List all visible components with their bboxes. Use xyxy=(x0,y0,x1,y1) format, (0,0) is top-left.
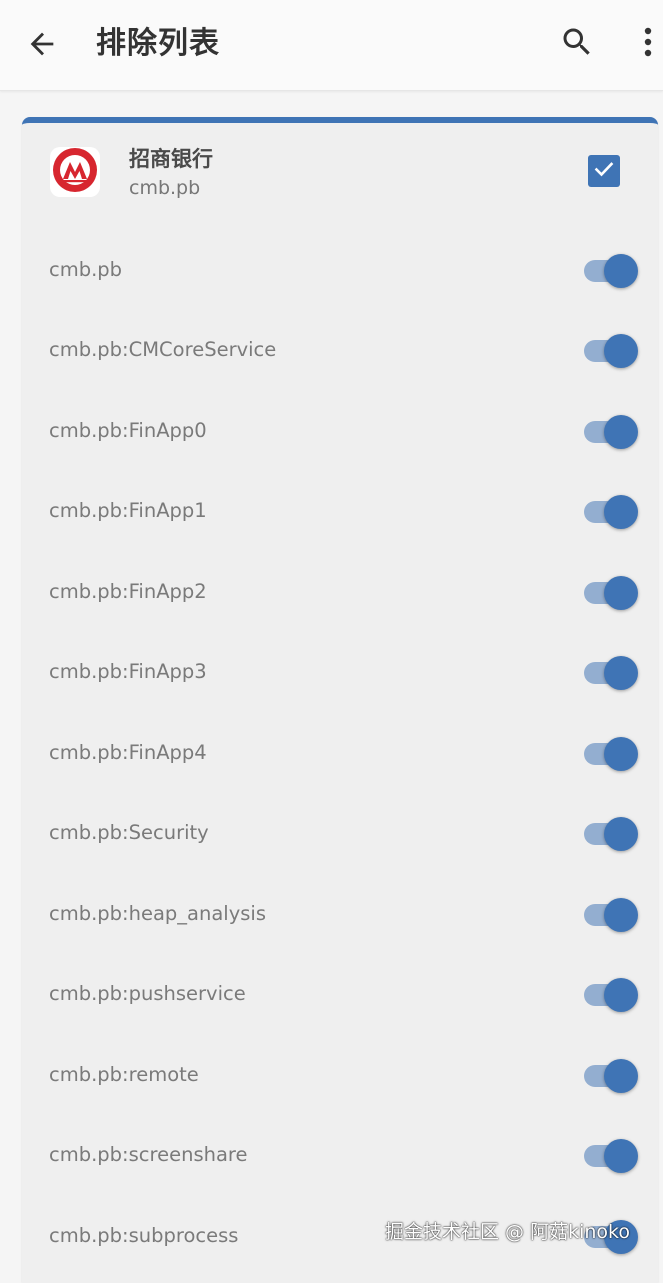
process-row[interactable]: cmb.pb:FinApp0 xyxy=(22,391,658,471)
process-label: cmb.pb:FinApp1 xyxy=(49,499,207,522)
process-label: cmb.pb:CMCoreService xyxy=(49,338,277,361)
process-row[interactable]: cmb.pb:pushservice xyxy=(22,954,658,1034)
check-icon xyxy=(592,157,616,185)
process-row[interactable]: cmb.pb:FinApp4 xyxy=(22,713,658,793)
process-toggle[interactable] xyxy=(582,575,640,610)
process-label: cmb.pb:pushservice xyxy=(49,982,246,1005)
app-checkbox[interactable] xyxy=(588,155,620,187)
cmb-logo-icon xyxy=(51,146,99,198)
process-label: cmb.pb:heap_analysis xyxy=(49,902,267,925)
page-title: 排除列表 xyxy=(96,26,220,61)
process-row[interactable]: cmb.pb:FinApp2 xyxy=(22,552,658,632)
process-toggle[interactable] xyxy=(582,736,640,771)
process-row[interactable]: cmb.pb:remote xyxy=(22,1035,658,1115)
app-header[interactable]: 招商银行 cmb.pb xyxy=(22,123,658,223)
more-options-button[interactable] xyxy=(628,20,663,68)
process-label: cmb.pb xyxy=(49,258,123,281)
app-bar: 排除列表 xyxy=(0,0,663,91)
process-toggle[interactable] xyxy=(582,333,640,368)
process-label: cmb.pb:Security xyxy=(49,821,209,844)
process-label: cmb.pb:FinApp0 xyxy=(49,419,207,442)
process-toggle[interactable] xyxy=(582,414,640,449)
process-label: cmb.pb:FinApp2 xyxy=(49,580,207,603)
process-row[interactable]: cmb.pb:CMCoreService xyxy=(22,310,658,390)
back-button[interactable] xyxy=(18,22,66,70)
search-icon xyxy=(559,24,595,64)
process-toggle[interactable] xyxy=(582,897,640,932)
app-name: 招商银行 xyxy=(129,147,213,171)
process-row[interactable]: cmb.pb:heap_analysis xyxy=(22,874,658,954)
process-row[interactable]: cmb.pb xyxy=(22,230,658,310)
watermark: 掘金技术社区 @ 阿菇kinoko xyxy=(385,1221,630,1243)
search-button[interactable] xyxy=(553,20,601,68)
process-toggle[interactable] xyxy=(582,1058,640,1093)
process-toggle[interactable] xyxy=(582,977,640,1012)
app-package: cmb.pb xyxy=(129,177,201,199)
process-label: cmb.pb:remote xyxy=(49,1063,199,1086)
process-label: cmb.pb:FinApp4 xyxy=(49,741,207,764)
process-row[interactable]: cmb.pb:Security xyxy=(22,793,658,873)
process-toggle[interactable] xyxy=(582,253,640,288)
process-row[interactable]: cmb.pb:FinApp3 xyxy=(22,632,658,712)
process-row[interactable]: cmb.pb:screenshare xyxy=(22,1115,658,1195)
process-row[interactable]: cmb.pb:FinApp1 xyxy=(22,471,658,551)
app-card: 招商银行 cmb.pb cmb.pb cmb.pb:CMCoreService … xyxy=(22,117,658,1283)
process-label: cmb.pb:FinApp3 xyxy=(49,660,207,683)
process-toggle[interactable] xyxy=(582,1138,640,1173)
app-logo xyxy=(50,147,100,197)
more-vertical-icon xyxy=(642,25,654,63)
process-toggle[interactable] xyxy=(582,655,640,690)
arrow-left-icon xyxy=(25,27,59,65)
process-label: cmb.pb:screenshare xyxy=(49,1143,248,1166)
process-toggle[interactable] xyxy=(582,816,640,851)
process-label: cmb.pb:subprocess xyxy=(49,1224,239,1247)
process-toggle[interactable] xyxy=(582,494,640,529)
